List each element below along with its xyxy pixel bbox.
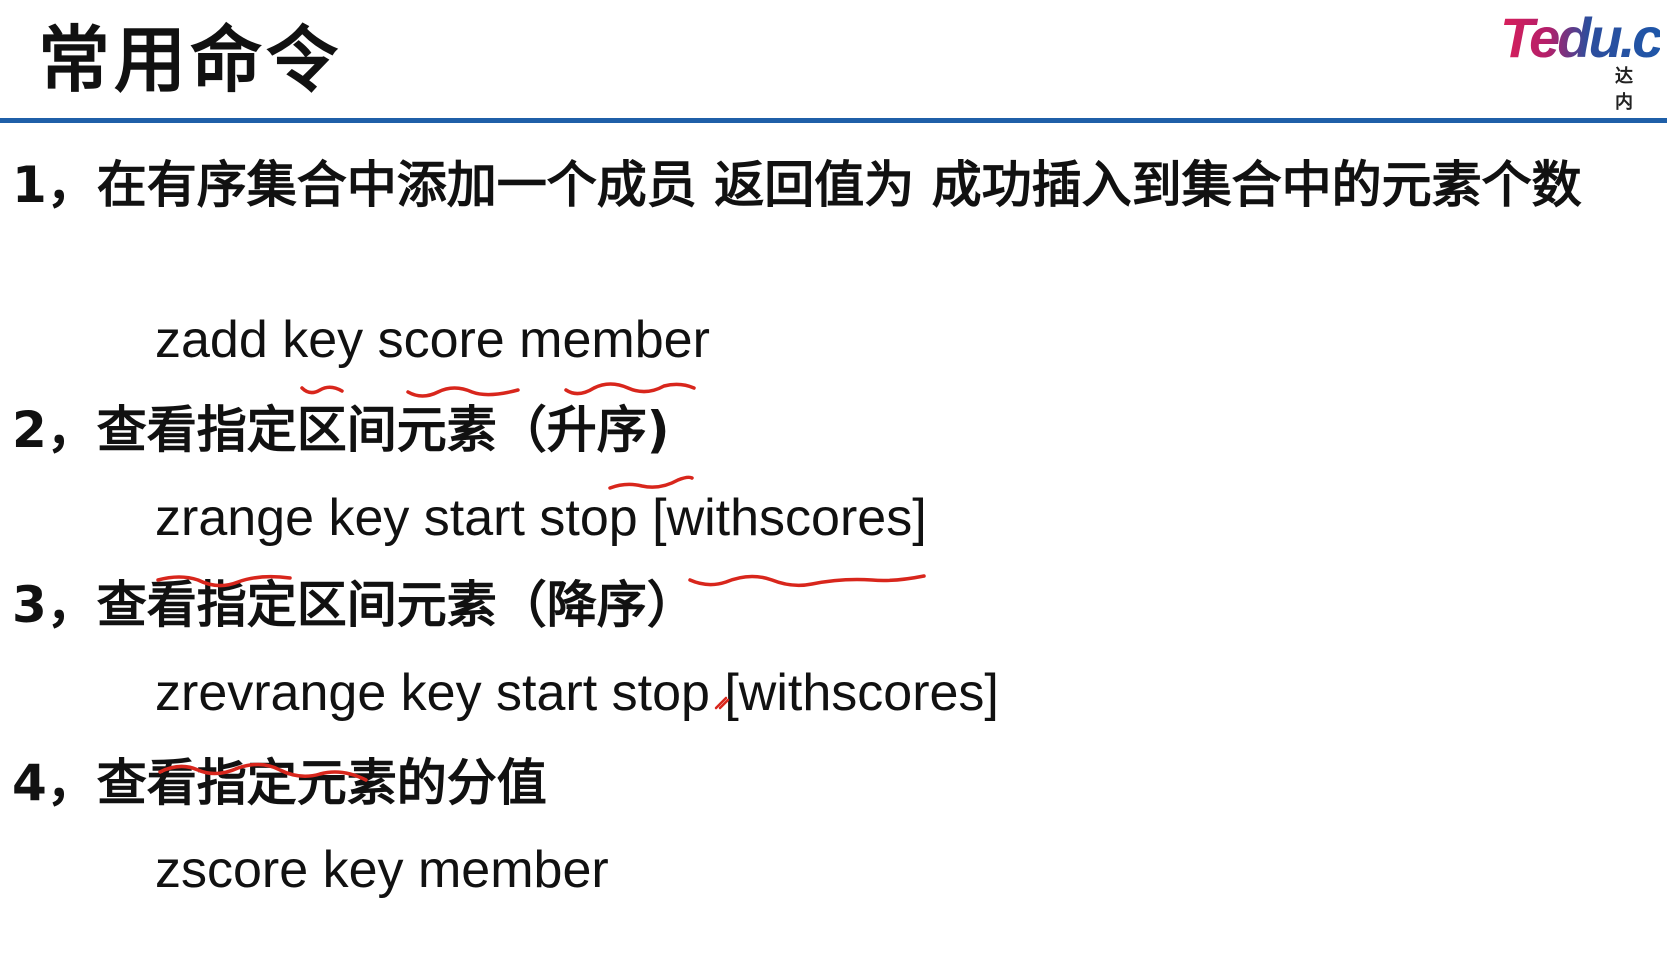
logo-chinese-text: 达内 [1615,66,1643,113]
underline-member [564,382,696,396]
logo-wordmark: Tedu.c [1500,6,1663,69]
underline-key [300,385,344,395]
item-2-heading: 2，查看指定区间元素（升序) [12,401,670,459]
item-3-heading: 3，查看指定区间元素（降序） [12,576,697,634]
item-1-heading: 1，在有序集合中添加一个成员 返回值为 成功插入到集合中的元素个数 [12,156,1582,214]
item-4-heading: 4，查看指定元素的分值 [12,754,547,812]
underline-ascending [608,475,694,490]
item-1-command: zadd key score member [155,311,710,369]
item-3-command: zrevrange key start stop [withscores] [155,664,999,722]
tedu-logo: Tedu.c 达内 [1500,6,1667,113]
slide-title: 常用命令 [38,18,343,102]
item-4-command: zscore key member [155,841,609,899]
item-2-command: zrange key start stop [withscores] [155,489,927,547]
header-divider [0,118,1667,123]
